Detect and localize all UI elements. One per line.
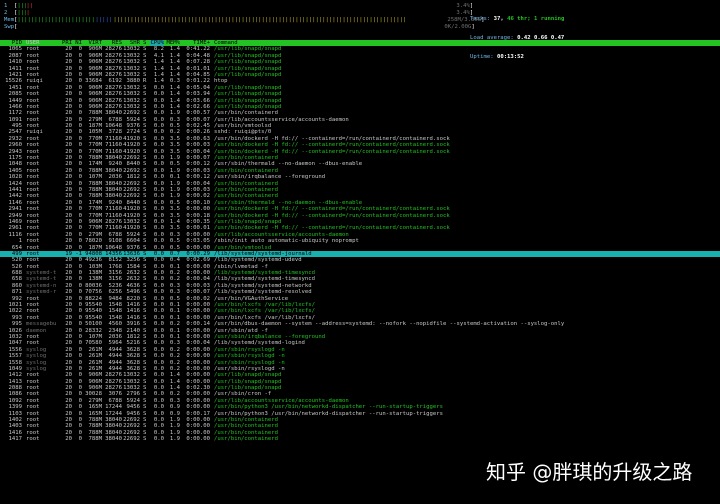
cell-pri: 20 <box>65 436 72 443</box>
process-list[interactable]: 1065 root 20 0 906M 28276 13032 S 8.2 1.4 0:41.22/… <box>0 46 720 442</box>
tasks-count: 37, <box>493 15 504 22</box>
cpu1-value: 3.4% <box>456 3 470 9</box>
cpu2-value: 3.4% <box>456 10 470 16</box>
process-row[interactable]: 1417 root 20 0 788M 38040 22692 S 0.0 1.9 0:00.00 /… <box>0 436 720 442</box>
running-count: 1 running <box>534 15 565 22</box>
swap-value: 0K/2.00G <box>444 24 472 30</box>
cell-pid: 1417 <box>8 436 22 443</box>
thread-count: 46 thr; <box>507 15 531 22</box>
cpu2-bar: ||| <box>17 10 27 16</box>
mem-label: Mem <box>4 17 15 23</box>
cell-mem: 1.9 <box>169 436 180 443</box>
cell-command: /usr/bin/containerd <box>214 436 278 443</box>
cell-user: root <box>26 436 40 443</box>
cell-res: 38040 <box>105 436 122 443</box>
swap-meter: Swp[0K/2.00G] <box>4 24 475 30</box>
tasks-line: Tasks: 37, 46 thr; 1 running <box>470 16 710 22</box>
mem-bar-buffers: |||||| <box>95 17 113 23</box>
cell-time: 0:00.00 <box>186 436 210 443</box>
cell-cpu: 0.0 <box>153 436 164 443</box>
mem-meter: Mem[||||||||||||||||||||||| ||||| ||||||||… <box>4 17 485 23</box>
tasks-label: Tasks: <box>470 15 491 22</box>
cpu1-meter: 1 [||||| 3.4%] <box>4 3 474 9</box>
cpu1-bar: ||| <box>17 3 27 9</box>
cpu2-label: 2 <box>4 10 8 16</box>
swap-label: Swp <box>4 24 15 30</box>
cell-state: S <box>143 436 147 443</box>
mem-bar-cache: ||||||||||||||||||||||||||||||||||||||||… <box>113 17 408 23</box>
cpu1-label: 1 <box>4 3 8 9</box>
cell-virt: 788M <box>88 436 102 443</box>
mem-bar-used: |||||||||||||||||||||||||| <box>17 17 95 23</box>
watermark: 知乎 @胖琪的升级之路 <box>486 460 693 484</box>
cell-ni: 0 <box>78 436 82 443</box>
cell-shr: 22692 <box>123 436 140 443</box>
cpu2-meter: 2 [|||| 3.4%] <box>4 10 474 16</box>
